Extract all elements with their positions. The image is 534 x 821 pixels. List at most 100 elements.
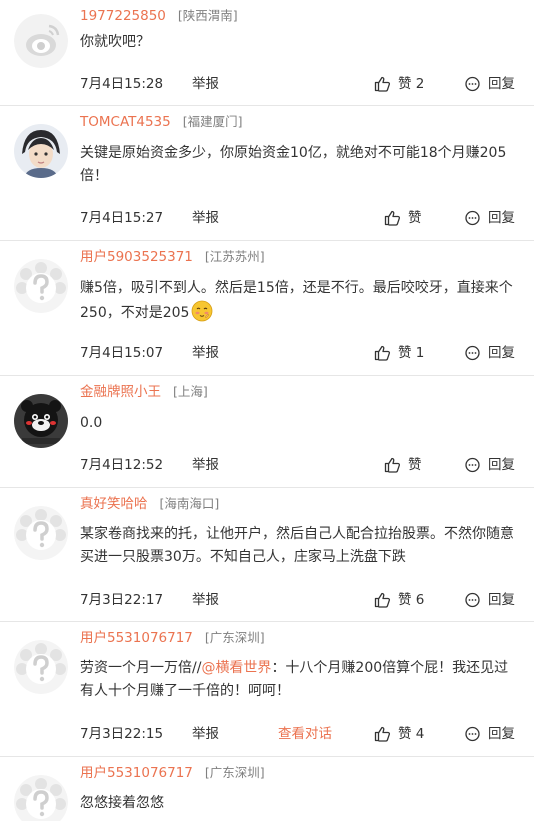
location-label: [上海] xyxy=(173,384,208,399)
view-conversation-link[interactable]: 查看对话 xyxy=(278,723,332,745)
report-link[interactable]: 举报 xyxy=(192,454,219,476)
comment-header: 金融牌照小王 [上海] xyxy=(80,382,208,402)
bear-photo-icon xyxy=(14,394,68,448)
thumbs-up-icon xyxy=(374,592,391,608)
question-mark-avatar-icon xyxy=(14,775,68,821)
like-button[interactable]: 赞 6 xyxy=(374,589,426,611)
reply-button[interactable]: 回复 xyxy=(464,342,520,364)
comment-item: 用户5531076717 [广东深圳] 劳资一个月一万倍//@横看世界：十八个月赚… xyxy=(0,622,534,757)
like-button[interactable]: 赞 4 xyxy=(374,723,426,745)
timestamp: 7月4日15:27 xyxy=(80,210,164,226)
like-label: 赞 1 xyxy=(398,345,425,361)
user-photo-icon xyxy=(14,124,68,178)
timestamp: 7月4日15:28 xyxy=(80,76,164,92)
shy-face-emoji-icon xyxy=(192,300,213,322)
like-label: 赞 4 xyxy=(398,726,425,742)
question-mark-avatar-icon xyxy=(14,640,68,694)
like-label: 赞 2 xyxy=(398,76,425,92)
reply-label: 回复 xyxy=(488,457,515,473)
username-link[interactable]: 1977225850 xyxy=(80,8,166,24)
comment-header: 用户5531076717 [广东深圳] xyxy=(80,763,265,783)
comment-text: 你就吹吧？ xyxy=(80,34,150,50)
reply-button[interactable]: 回复 xyxy=(464,589,520,611)
like-label: 赞 xyxy=(408,457,422,473)
weibo-logo-icon xyxy=(14,14,68,68)
comment-item: 用户5531076717 [广东深圳] 忽悠接着忽悠 xyxy=(0,757,534,821)
report-link[interactable]: 举报 xyxy=(192,723,219,745)
avatar[interactable] xyxy=(14,775,68,821)
comment-footer: 7月3日22:17 举报 赞 6 回复 xyxy=(80,589,520,611)
location-label: [广东深圳] xyxy=(204,765,265,780)
like-button[interactable]: 赞 xyxy=(384,207,436,229)
avatar[interactable] xyxy=(14,14,68,68)
timestamp: 7月3日22:17 xyxy=(80,592,164,608)
reply-label: 回复 xyxy=(488,726,515,742)
avatar[interactable] xyxy=(14,506,68,560)
avatar[interactable] xyxy=(14,124,68,178)
reply-button[interactable]: 回复 xyxy=(464,207,520,229)
comment-item: 真好笑哈哈 [海南海口] 某家卷商找来的托，让他开户，然后自己人配合拉抬股票。不然… xyxy=(0,488,534,622)
location-label: [福建厦门] xyxy=(182,114,243,129)
report-link[interactable]: 举报 xyxy=(192,207,219,229)
username-link[interactable]: TOMCAT4535 xyxy=(80,114,171,130)
username-link[interactable]: 用户5531076717 xyxy=(80,630,193,646)
comment-header: 1977225850 [陕西渭南] xyxy=(80,6,238,26)
comment-text: 劳资一个月一万倍//@横看世界：十八个月赚200倍算个屁！我还见过有人十个月赚了… xyxy=(80,657,520,703)
like-button[interactable]: 赞 xyxy=(384,454,436,476)
timestamp: 7月3日22:15 xyxy=(80,726,164,742)
reply-label: 回复 xyxy=(488,345,515,361)
question-mark-avatar-icon xyxy=(14,506,68,560)
comment-item: 1977225850 [陕西渭南] 你就吹吧？ 7月4日15:28 举报 赞 2 … xyxy=(0,0,534,106)
report-link[interactable]: 举报 xyxy=(192,342,219,364)
report-link[interactable]: 举报 xyxy=(192,73,219,95)
timestamp: 7月4日15:07 xyxy=(80,345,164,361)
like-label: 赞 xyxy=(408,210,422,226)
comment-footer: 7月3日22:15 举报 查看对话 赞 4 回复 xyxy=(80,723,520,745)
like-label: 赞 6 xyxy=(398,592,425,608)
comment-text: 忽悠接着忽悠 xyxy=(80,795,164,811)
thumbs-up-icon xyxy=(374,76,391,92)
comment-item: 用户5903525371 [江苏苏州] 赚5倍，吸引不到人。然后是15倍，还是不行… xyxy=(0,241,534,376)
report-link[interactable]: 举报 xyxy=(192,589,219,611)
mention-link[interactable]: @横看世界 xyxy=(201,660,271,676)
reply-bubble-icon xyxy=(465,726,480,742)
timestamp: 7月4日12:52 xyxy=(80,457,164,473)
like-button[interactable]: 赞 2 xyxy=(374,73,426,95)
avatar[interactable] xyxy=(14,259,68,313)
username-link[interactable]: 真好笑哈哈 xyxy=(80,496,148,512)
location-label: [海南海口] xyxy=(159,496,220,511)
comment-footer: 7月4日12:52 举报 赞 回复 xyxy=(80,454,520,476)
reply-button[interactable]: 回复 xyxy=(464,723,520,745)
reply-bubble-icon xyxy=(465,457,480,473)
location-label: [陕西渭南] xyxy=(177,8,238,23)
comment-text: 赚5倍，吸引不到人。然后是15倍，还是不行。最后咬咬牙，直接来个250，不对是2… xyxy=(80,277,520,325)
comment-footer: 7月4日15:07 举报 赞 1 回复 xyxy=(80,342,520,364)
username-link[interactable]: 金融牌照小王 xyxy=(80,384,161,400)
reply-button[interactable]: 回复 xyxy=(464,454,520,476)
reply-label: 回复 xyxy=(488,76,515,92)
reply-bubble-icon xyxy=(465,592,480,608)
avatar[interactable] xyxy=(14,640,68,694)
avatar[interactable] xyxy=(14,394,68,448)
comment-text: 某家卷商找来的托，让他开户，然后自己人配合拉抬股票。不然你随意买进一只股票30万… xyxy=(80,526,514,565)
reply-label: 回复 xyxy=(488,210,515,226)
reply-label: 回复 xyxy=(488,592,515,608)
reply-button[interactable]: 回复 xyxy=(464,73,520,95)
reply-bubble-icon xyxy=(465,76,480,92)
comment-text-content: 赚5倍，吸引不到人。然后是15倍，还是不行。最后咬咬牙，直接来个250，不对是2… xyxy=(80,280,513,321)
comment-header: 用户5903525371 [江苏苏州] xyxy=(80,247,265,267)
comment-header: TOMCAT4535 [福建厦门] xyxy=(80,112,243,132)
location-label: [广东深圳] xyxy=(204,630,265,645)
thumbs-up-icon xyxy=(374,726,391,742)
reply-bubble-icon xyxy=(465,210,480,226)
thumbs-up-icon xyxy=(384,457,401,473)
comment-header: 真好笑哈哈 [海南海口] xyxy=(80,494,219,514)
question-mark-avatar-icon xyxy=(14,259,68,313)
comment-item: 金融牌照小王 [上海] 0.0 7月4日12:52 举报 赞 回复 xyxy=(0,376,534,488)
username-link[interactable]: 用户5903525371 xyxy=(80,249,193,265)
username-link[interactable]: 用户5531076717 xyxy=(80,765,193,781)
comment-footer: 7月4日15:27 举报 赞 回复 xyxy=(80,207,520,229)
like-button[interactable]: 赞 1 xyxy=(374,342,426,364)
thumbs-up-icon xyxy=(384,210,401,226)
reply-bubble-icon xyxy=(465,345,480,361)
